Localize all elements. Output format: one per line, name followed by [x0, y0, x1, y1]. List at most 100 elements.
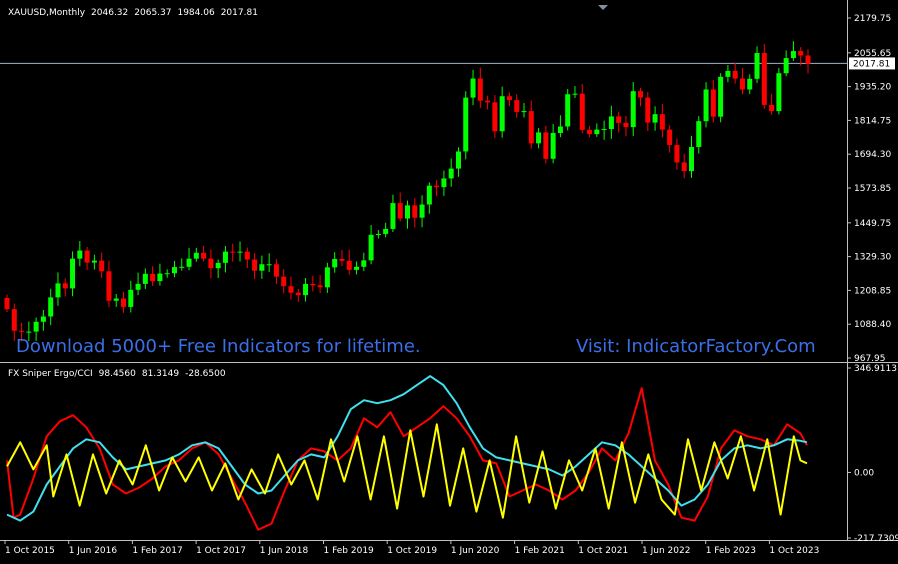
candle-body	[368, 234, 374, 261]
candle-body	[91, 260, 97, 263]
candle-body	[135, 283, 141, 290]
candle-body	[244, 251, 250, 260]
chart-canvas[interactable]: 2179.75 2055.65 1935.20 1814.75 1694.30 1573.…	[0, 0, 898, 564]
candle-body	[470, 78, 476, 98]
candle-body	[448, 168, 454, 179]
time-tick-label: 1 Feb 2017	[132, 546, 182, 556]
candle-body	[732, 70, 738, 79]
visit-banner: Visit: IndicatorFactory.Com	[576, 336, 816, 357]
candle-body	[11, 309, 17, 331]
price-tick-label: 1329.30	[854, 253, 891, 263]
candle-body	[354, 266, 360, 270]
candle-body	[412, 205, 418, 218]
price-tick-label: 1935.20	[854, 83, 891, 93]
candle-body	[142, 273, 148, 284]
candle-body	[579, 93, 585, 130]
price-tick-label: 1694.30	[854, 150, 891, 160]
candle-body	[652, 114, 658, 123]
candle-body	[4, 297, 10, 310]
candle-body	[681, 162, 687, 172]
chart-window[interactable]: 2179.75 2055.65 1935.20 1814.75 1694.30 1573.…	[0, 0, 898, 564]
candle-body	[208, 258, 214, 269]
candle-body	[434, 185, 440, 188]
candle-body	[536, 132, 542, 144]
low-value: 1984.06	[177, 8, 215, 18]
candle-body	[55, 283, 61, 298]
candle-body	[710, 89, 716, 117]
candle-body	[528, 111, 534, 144]
close-value: 2017.81	[220, 8, 258, 18]
indicator-value-2: 81.3149	[141, 369, 180, 379]
candle-body	[295, 292, 301, 296]
candle-body	[201, 252, 207, 259]
candle-body	[463, 97, 469, 152]
candle-body	[40, 316, 46, 322]
candle-body	[339, 258, 345, 261]
candle-body	[747, 78, 753, 90]
high-value: 2065.37	[134, 8, 172, 18]
candle-body	[601, 129, 607, 131]
candle-body	[346, 260, 352, 270]
candle-body	[171, 267, 177, 274]
candle-body	[761, 53, 767, 105]
candle-body	[361, 260, 367, 267]
indicator-tick-label: -217.7309	[854, 534, 898, 544]
time-tick-label: 1 Oct 2017	[196, 546, 246, 556]
candle-body	[266, 264, 272, 266]
candle-body	[70, 258, 76, 289]
candle-body	[310, 283, 316, 286]
candle-body	[157, 273, 163, 282]
candle-body	[638, 91, 644, 98]
candle-body	[499, 96, 505, 132]
candle-body	[332, 258, 338, 268]
candle-body	[19, 330, 25, 332]
price-tick-label: 1814.75	[854, 116, 891, 126]
candle-body	[623, 122, 629, 128]
candle-body	[222, 251, 228, 263]
time-tick-label: 1 Jun 2018	[260, 546, 309, 556]
candle-body	[375, 233, 381, 235]
candle-body	[121, 298, 127, 307]
current-price-label: 2017.81	[853, 59, 890, 69]
candle-body	[514, 100, 520, 112]
shift-marker-icon	[598, 5, 608, 10]
candle-body	[769, 104, 775, 112]
candle-body	[441, 178, 447, 188]
time-tick-label: 1 Feb 2021	[515, 546, 565, 556]
time-tick-label: 1 Oct 2019	[387, 546, 437, 556]
candle-body	[317, 285, 323, 288]
indicator-value-3: -28.6500	[185, 369, 226, 379]
candle-body	[718, 76, 724, 117]
candle-body	[252, 259, 258, 271]
candle-body	[77, 250, 83, 259]
candle-body	[405, 205, 410, 219]
candle-body	[616, 116, 622, 123]
candle-body	[48, 297, 54, 317]
candle-body	[99, 260, 105, 272]
candle-body	[426, 185, 432, 205]
indicator-tick-label: 346.9113	[854, 364, 897, 374]
candle-body	[383, 228, 389, 234]
candle-body	[659, 114, 665, 130]
candle-body	[587, 129, 593, 135]
candle-body	[492, 102, 498, 132]
candle-body	[62, 283, 68, 289]
candle-body	[550, 132, 556, 159]
candle-body	[186, 258, 192, 267]
candle-body	[128, 289, 134, 307]
price-tick-label: 1208.85	[854, 286, 891, 296]
time-tick-label: 1 Jun 2022	[642, 546, 690, 556]
candle-body	[667, 129, 673, 146]
candle-body	[506, 96, 512, 101]
candle-body	[106, 271, 112, 301]
candle-body	[754, 53, 760, 79]
candle-body	[790, 51, 796, 59]
candle-body	[798, 51, 804, 56]
candle-body	[543, 132, 549, 159]
candle-body	[113, 298, 119, 301]
price-tick-label: 1449.75	[854, 219, 891, 229]
candle-body	[630, 91, 636, 128]
candle-body	[259, 264, 265, 271]
time-tick-label: 1 Oct 2023	[769, 546, 819, 556]
candle-body	[281, 276, 287, 287]
